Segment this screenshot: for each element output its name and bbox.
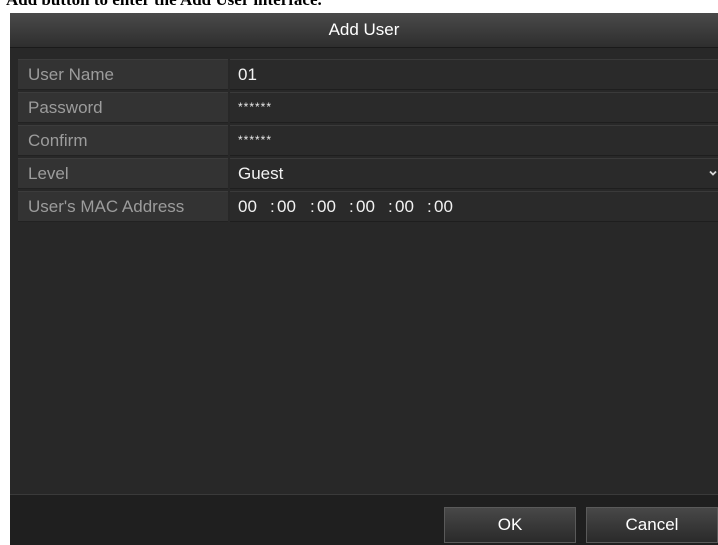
user-name-value: 01 xyxy=(238,65,257,84)
password-label: Password xyxy=(28,98,103,117)
chevron-down-icon xyxy=(709,170,717,176)
user-name-input[interactable]: 01 xyxy=(230,59,718,90)
mac-separator: : xyxy=(349,197,354,216)
mac-address-row: User's MAC Address 00 : 00 : 00 : 00 : 0… xyxy=(18,191,718,222)
ok-button[interactable]: OK xyxy=(444,507,576,543)
password-label-cell: Password xyxy=(18,92,228,123)
user-name-label: User Name xyxy=(28,65,114,84)
confirm-value: ****** xyxy=(238,133,273,147)
mac-separator: : xyxy=(310,197,315,216)
mac-label-cell: User's MAC Address xyxy=(18,191,228,222)
mac-octet-6[interactable]: 00 xyxy=(434,192,453,222)
mac-octet-1[interactable]: 00 xyxy=(238,192,257,222)
mac-octet-3[interactable]: 00 xyxy=(317,192,336,222)
document-caption: Add button to enter the Add User interfa… xyxy=(6,0,718,9)
confirm-label: Confirm xyxy=(28,131,88,150)
password-value: ****** xyxy=(238,100,273,114)
add-user-dialog: Add User User Name 01 Password ****** Co… xyxy=(10,13,718,545)
cancel-button[interactable]: Cancel xyxy=(586,507,718,543)
level-row: Level Guest xyxy=(18,158,718,189)
mac-separator: : xyxy=(427,197,432,216)
user-name-row: User Name 01 xyxy=(18,59,718,90)
mac-octet-4[interactable]: 00 xyxy=(356,192,375,222)
dialog-title: Add User xyxy=(328,20,400,39)
mac-octet-5[interactable]: 00 xyxy=(395,192,414,222)
password-row: Password ****** xyxy=(18,92,718,123)
level-select[interactable]: Guest xyxy=(230,158,718,189)
level-value: Guest xyxy=(238,164,284,183)
mac-address-field: 00 : 00 : 00 : 00 : 00 : 00 xyxy=(230,191,718,222)
level-label-cell: Level xyxy=(18,158,228,189)
mac-octet-2[interactable]: 00 xyxy=(277,192,296,222)
mac-separator: : xyxy=(388,197,393,216)
add-user-form: User Name 01 Password ****** Confirm ***… xyxy=(18,59,718,224)
password-input[interactable]: ****** xyxy=(230,92,718,123)
confirm-row: Confirm ****** xyxy=(18,125,718,156)
level-label: Level xyxy=(28,164,69,183)
user-name-label-cell: User Name xyxy=(18,59,228,90)
dialog-footer: OK Cancel xyxy=(10,494,718,545)
confirm-password-input[interactable]: ****** xyxy=(230,125,718,156)
confirm-label-cell: Confirm xyxy=(18,125,228,156)
mac-address-label: User's MAC Address xyxy=(28,197,185,216)
mac-separator: : xyxy=(270,197,275,216)
dialog-title-bar: Add User xyxy=(10,13,718,48)
